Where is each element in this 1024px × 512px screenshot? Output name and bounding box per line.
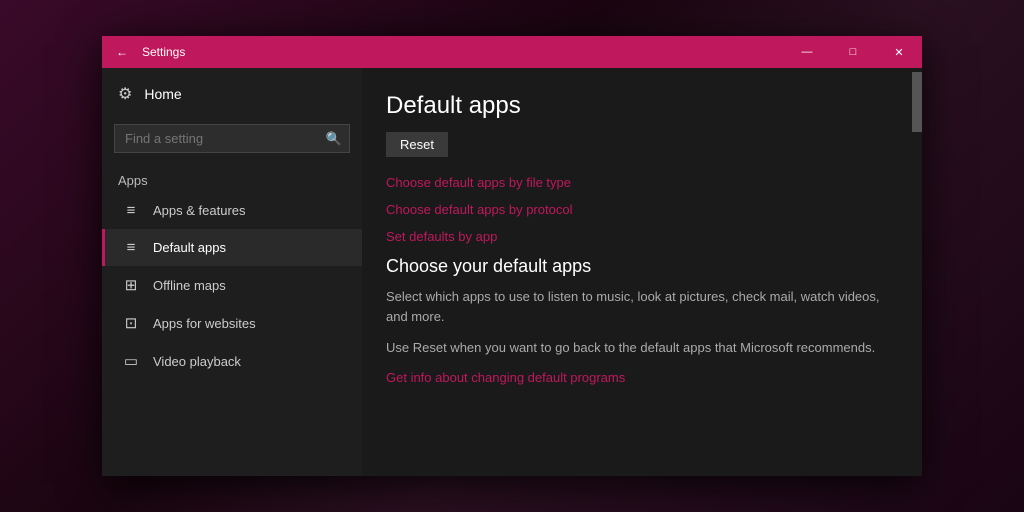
reset-button[interactable]: Reset xyxy=(386,132,448,157)
sidebar-item-default-apps[interactable]: ≡ Default apps xyxy=(102,229,362,266)
default-apps-label: Default apps xyxy=(153,240,226,255)
close-button[interactable]: ✕ xyxy=(876,36,922,68)
default-apps-icon: ≡ xyxy=(121,239,141,256)
offline-maps-label: Offline maps xyxy=(153,278,226,293)
sidebar: ⚙ Home 🔍 Apps ≡ Apps & features ≡ Defaul… xyxy=(102,68,362,476)
main-content: Default apps Reset Choose default apps b… xyxy=(362,68,922,476)
back-button[interactable]: ← xyxy=(110,40,134,64)
search-icon: 🔍 xyxy=(326,131,342,147)
search-input[interactable] xyxy=(114,124,350,153)
choose-heading: Choose your default apps xyxy=(386,256,898,277)
link-by-file-type[interactable]: Choose default apps by file type xyxy=(386,175,898,190)
window-title: Settings xyxy=(142,45,784,59)
sidebar-item-apps-websites[interactable]: ⊡ Apps for websites xyxy=(102,304,362,342)
home-icon: ⚙ xyxy=(118,84,132,104)
sidebar-home[interactable]: ⚙ Home xyxy=(102,68,362,120)
titlebar: ← Settings — □ ✕ xyxy=(102,36,922,68)
settings-window: ← Settings — □ ✕ ⚙ Home 🔍 xyxy=(102,36,922,476)
scrollbar-thumb[interactable] xyxy=(912,72,922,132)
info-link[interactable]: Get info about changing default programs xyxy=(386,370,898,385)
video-playback-icon: ▭ xyxy=(121,352,141,370)
apps-section-label: Apps xyxy=(102,165,362,192)
content-area: ⚙ Home 🔍 Apps ≡ Apps & features ≡ Defaul… xyxy=(102,68,922,476)
page-title: Default apps xyxy=(386,92,898,120)
sidebar-item-apps-features[interactable]: ≡ Apps & features xyxy=(102,192,362,229)
offline-maps-icon: ⊞ xyxy=(121,276,141,294)
restore-button[interactable]: □ xyxy=(830,36,876,68)
home-label: Home xyxy=(144,86,181,102)
link-by-protocol[interactable]: Choose default apps by protocol xyxy=(386,202,898,217)
main-panel: Default apps Reset Choose default apps b… xyxy=(362,68,922,476)
sidebar-item-video-playback[interactable]: ▭ Video playback xyxy=(102,342,362,380)
apps-features-label: Apps & features xyxy=(153,203,246,218)
description-2: Use Reset when you want to go back to th… xyxy=(386,338,898,358)
apps-features-icon: ≡ xyxy=(121,202,141,219)
apps-websites-icon: ⊡ xyxy=(121,314,141,332)
apps-websites-label: Apps for websites xyxy=(153,316,256,331)
minimize-button[interactable]: — xyxy=(784,36,830,68)
scrollbar-track[interactable] xyxy=(912,68,922,476)
window-controls: — □ ✕ xyxy=(784,36,922,68)
link-by-app[interactable]: Set defaults by app xyxy=(386,229,898,244)
sidebar-item-offline-maps[interactable]: ⊞ Offline maps xyxy=(102,266,362,304)
search-container: 🔍 xyxy=(114,124,350,153)
description-1: Select which apps to use to listen to mu… xyxy=(386,287,898,326)
video-playback-label: Video playback xyxy=(153,354,241,369)
